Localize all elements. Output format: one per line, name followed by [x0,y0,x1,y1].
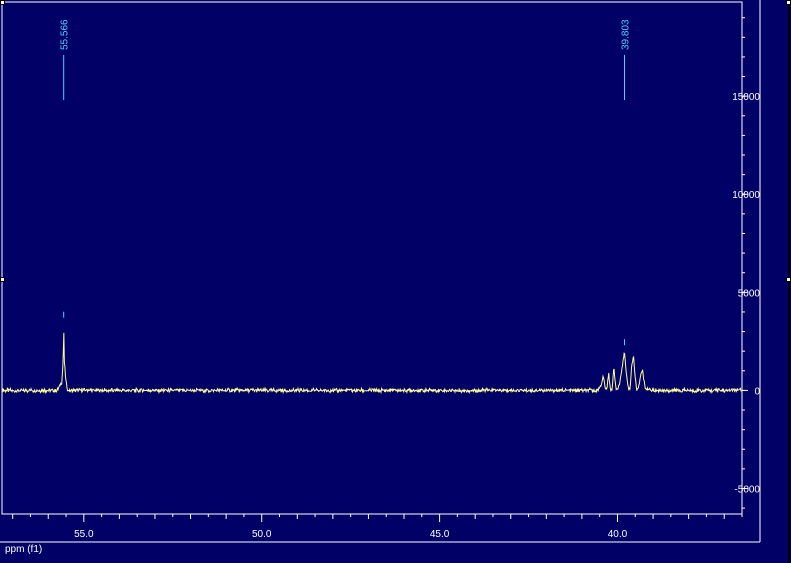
spectrum-chart: 55.566 39.803 15000 10000 5000 0 -5000 55.0 50… [0,0,790,563]
x-axis-label: ppm (f1) [5,544,42,555]
spectrum-trace [1,332,743,395]
resize-handle-middle-left[interactable] [0,277,5,282]
resize-handle-top-left[interactable] [0,0,5,5]
x-tick-label-1: 50.0 [252,529,272,540]
y-tick-label-0: 15000 [732,92,760,103]
peak-label-0: 55.566 [60,19,71,50]
y-tick-label-3: 0 [754,386,760,397]
y-tick-label-2: 5000 [738,288,761,299]
resize-handle-top-right[interactable] [786,0,791,5]
x-tick-label-0: 55.0 [74,529,94,540]
x-tick-label-2: 45.0 [430,529,450,540]
peak-label-1: 39.803 [620,19,631,50]
spectrum-plot[interactable]: 55.566 39.803 15000 10000 5000 0 -5000 55.0 50… [0,0,791,563]
x-tick-label-3: 40.0 [608,529,628,540]
plot-frame [1,1,743,515]
y-tick-label-4: -5000 [734,484,760,495]
resize-handle-middle-right[interactable] [786,277,791,282]
y-tick-label-1: 10000 [732,190,760,201]
